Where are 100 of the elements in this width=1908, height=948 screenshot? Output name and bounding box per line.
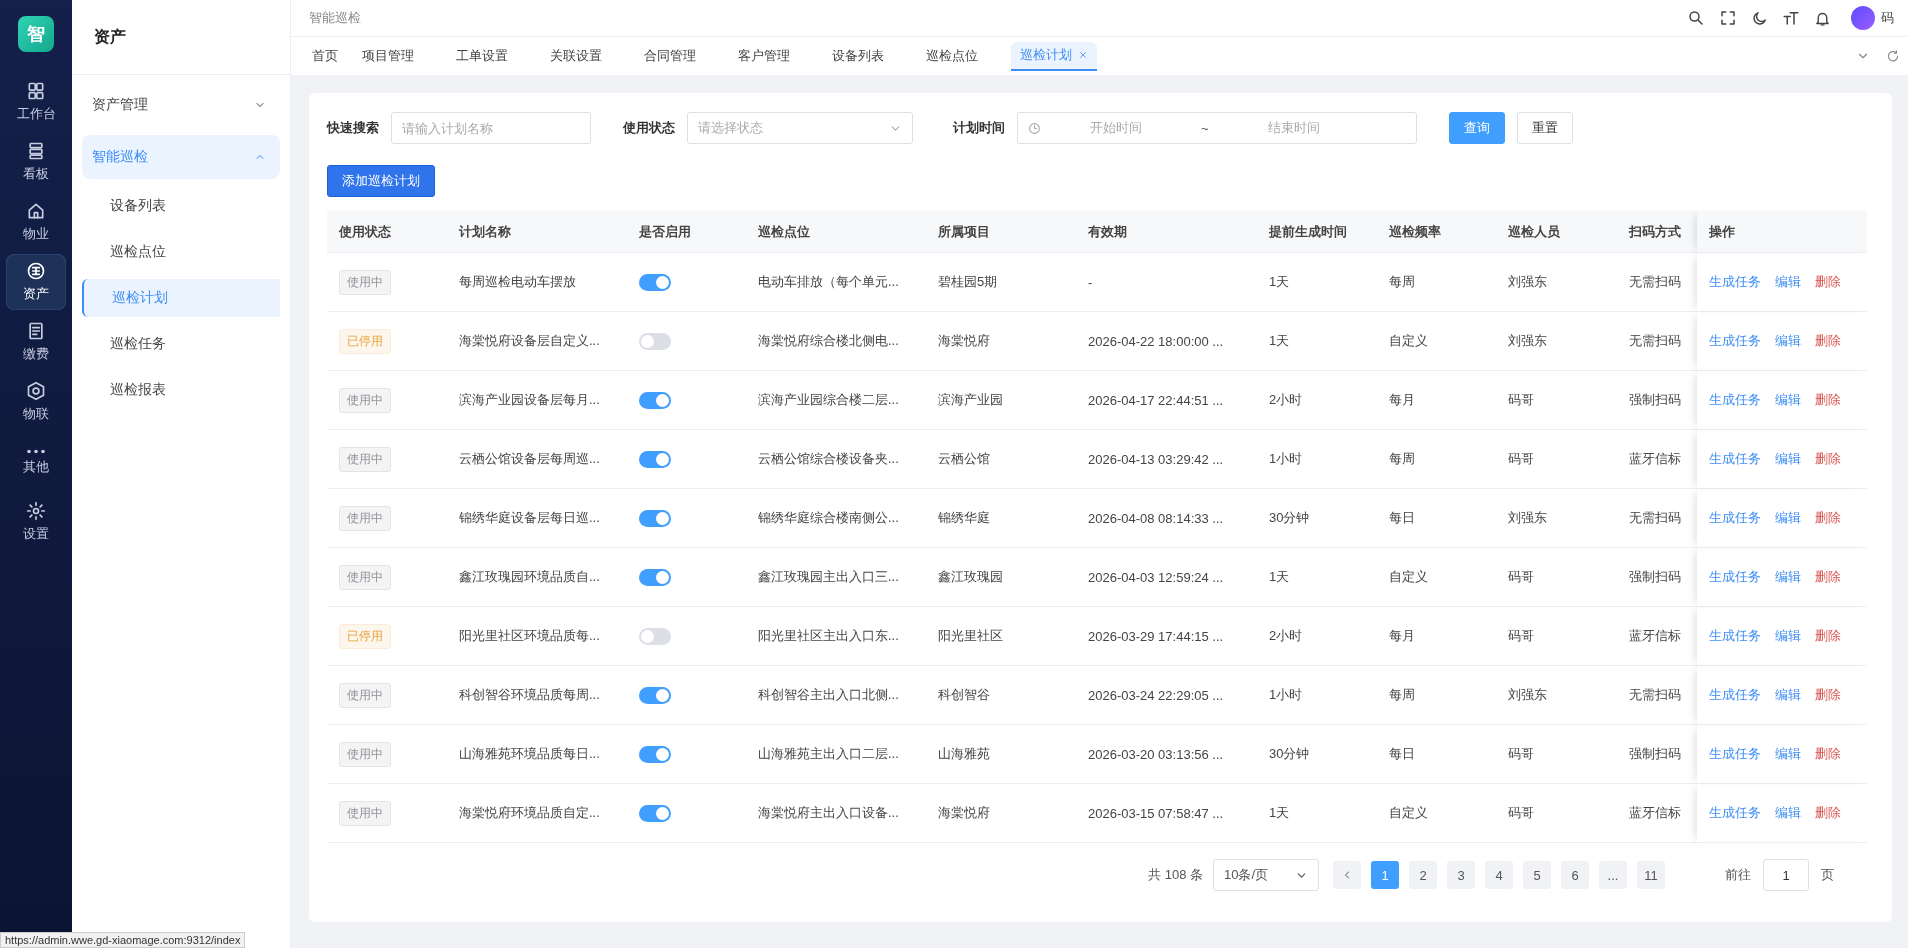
toggle-switch[interactable] [639,332,671,350]
rail-item[interactable]: 物业 [6,194,66,250]
table-cell: 码哥 [1496,371,1617,430]
page-tab[interactable]: 设备列表 [823,42,893,70]
toggle-switch[interactable] [639,509,671,527]
breadcrumb[interactable]: 智能巡检 [309,9,1687,27]
page-tab[interactable]: 客户管理 [729,42,799,70]
page-button[interactable]: 11 [1637,861,1665,889]
toggle-switch[interactable] [639,391,671,409]
rail-item[interactable]: 缴费 [6,314,66,370]
toggle-switch[interactable] [639,273,671,291]
rail-item[interactable]: 看板 [6,134,66,190]
search-field[interactable]: 请输入计划名称 [391,112,591,144]
sidebar-group[interactable]: 资产管理 [82,83,280,127]
generate-task-link[interactable]: 生成任务 [1709,745,1761,763]
delete-link[interactable]: 删除 [1815,804,1841,822]
edit-link[interactable]: 编辑 [1775,745,1801,763]
page-button[interactable]: 4 [1485,861,1513,889]
generate-task-link[interactable]: 生成任务 [1709,568,1761,586]
font-size-button[interactable] [1782,9,1800,27]
table-cell: 每周 [1377,253,1496,312]
more-icon [27,448,45,454]
status-select[interactable]: 请选择状态 [687,112,913,144]
toggle-switch[interactable] [639,627,671,645]
delete-link[interactable]: 删除 [1815,332,1841,350]
generate-task-link[interactable]: 生成任务 [1709,391,1761,409]
delete-link[interactable]: 删除 [1815,391,1841,409]
page-button[interactable]: 1 [1371,861,1399,889]
page-tab[interactable]: 首页 [303,42,347,70]
page-tab[interactable]: 关联设置 [541,42,611,70]
page-tab[interactable]: 工单设置 [447,42,517,70]
delete-link[interactable]: 删除 [1815,745,1841,763]
page-button[interactable]: 3 [1447,861,1475,889]
edit-link[interactable]: 编辑 [1775,568,1801,586]
add-plan-button[interactable]: 添加巡检计划 [327,165,435,197]
sidebar-item[interactable]: 巡检报表 [82,371,280,409]
generate-task-link[interactable]: 生成任务 [1709,804,1761,822]
theme-button[interactable] [1751,9,1768,27]
rail-item[interactable]: 资产 [6,254,66,310]
generate-task-link[interactable]: 生成任务 [1709,509,1761,527]
table-cell: 山海雅苑环境品质每日... [447,725,627,784]
goto-page-field[interactable]: 1 [1763,859,1809,891]
search-button[interactable] [1687,9,1705,27]
generate-task-link[interactable]: 生成任务 [1709,627,1761,645]
generate-task-link[interactable]: 生成任务 [1709,273,1761,291]
sidebar-item[interactable]: 设备列表 [82,187,280,225]
delete-link[interactable]: 删除 [1815,450,1841,468]
edit-link[interactable]: 编辑 [1775,804,1801,822]
generate-task-link[interactable]: 生成任务 [1709,686,1761,704]
query-button[interactable]: 查询 [1449,112,1505,144]
table-cell: 锦绣华庭 [926,489,1076,548]
table-cell: 蓝牙信标 [1617,607,1697,666]
toggle-switch[interactable] [639,745,671,763]
edit-link[interactable]: 编辑 [1775,391,1801,409]
edit-link[interactable]: 编辑 [1775,273,1801,291]
edit-link[interactable]: 编辑 [1775,686,1801,704]
date-range-field[interactable]: 开始时间 ~ 结束时间 [1017,112,1417,144]
generate-task-link[interactable]: 生成任务 [1709,332,1761,350]
toggle-switch[interactable] [639,804,671,822]
delete-link[interactable]: 删除 [1815,627,1841,645]
page-tab[interactable]: 巡检点位 [917,42,987,70]
generate-task-link[interactable]: 生成任务 [1709,450,1761,468]
refresh-button[interactable] [1886,49,1900,63]
edit-link[interactable]: 编辑 [1775,627,1801,645]
sidebar-item[interactable]: 巡检任务 [82,325,280,363]
page-tab[interactable]: 项目管理 [353,42,423,70]
rail-item[interactable]: 其他 [6,434,66,490]
sidebar-group[interactable]: 智能巡检 [82,135,280,179]
table-cell: 1小时 [1257,666,1377,725]
toggle-switch[interactable] [639,450,671,468]
page-button[interactable]: ... [1599,861,1627,889]
table-cell: 锦绣华庭设备层每日巡... [447,489,627,548]
reset-button[interactable]: 重置 [1517,112,1573,144]
sidebar-item[interactable]: 巡检点位 [82,233,280,271]
page-size-select[interactable]: 10条/页 [1213,859,1319,891]
sidebar-item[interactable]: 巡检计划 [82,279,280,317]
app-logo[interactable]: 智 [18,16,54,52]
page-button[interactable]: 2 [1409,861,1437,889]
page-button[interactable]: 5 [1523,861,1551,889]
delete-link[interactable]: 删除 [1815,273,1841,291]
toggle-switch[interactable] [639,686,671,704]
delete-link[interactable]: 删除 [1815,509,1841,527]
edit-link[interactable]: 编辑 [1775,450,1801,468]
rail-item[interactable]: 工作台 [6,74,66,130]
rail-item[interactable]: 设置 [6,494,66,550]
edit-link[interactable]: 编辑 [1775,509,1801,527]
user-avatar[interactable] [1851,6,1875,30]
page-tab[interactable]: 巡检计划 [1011,41,1097,71]
table-cell: 鑫江玫瑰园主出入口三... [746,548,926,607]
table-cell: 每月 [1377,607,1496,666]
toggle-switch[interactable] [639,568,671,586]
user-name[interactable]: 码 [1881,9,1894,27]
delete-link[interactable]: 删除 [1815,568,1841,586]
page-tab[interactable]: 合同管理 [635,42,705,70]
fullscreen-button[interactable] [1719,9,1737,27]
delete-link[interactable]: 删除 [1815,686,1841,704]
table-cell: 科创智谷主出入口北侧... [746,666,926,725]
edit-link[interactable]: 编辑 [1775,332,1801,350]
page-button[interactable]: 6 [1561,861,1589,889]
rail-item[interactable]: 物联 [6,374,66,430]
